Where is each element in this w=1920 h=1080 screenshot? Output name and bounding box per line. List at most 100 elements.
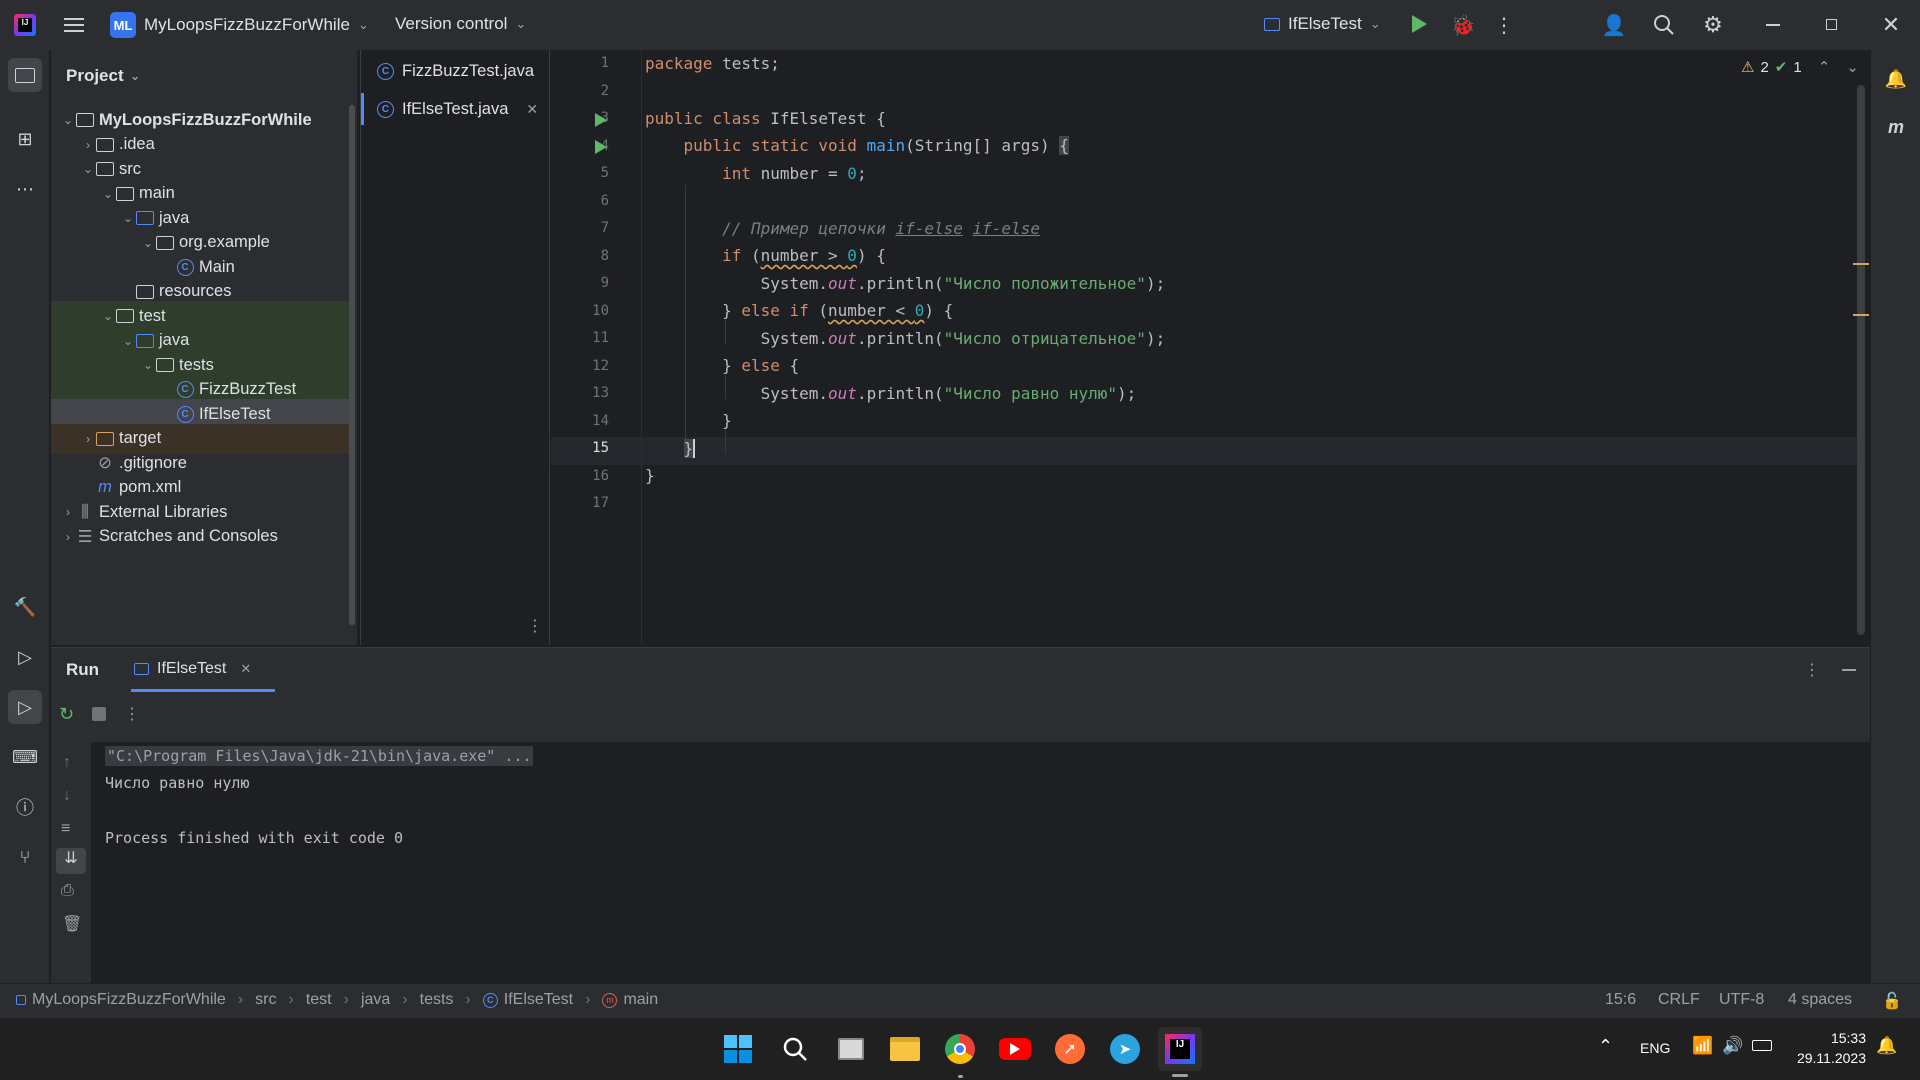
input-language[interactable]: ENG: [1640, 1040, 1670, 1056]
tabs-more-icon[interactable]: ⋮: [527, 616, 543, 636]
build-icon[interactable]: 🔨: [8, 590, 42, 624]
tree-item[interactable]: › ☰ Scratches and Consoles: [51, 522, 351, 552]
chevron-down-icon: ⌄: [129, 68, 141, 83]
file-encoding[interactable]: UTF-8: [1719, 991, 1764, 1009]
breadcrumb-method[interactable]: m main: [602, 991, 658, 1009]
line-separator[interactable]: CRLF: [1658, 991, 1700, 1009]
code-area[interactable]: package tests; public class IfElseTest {…: [645, 50, 1825, 645]
youtube-icon[interactable]: [993, 1027, 1037, 1071]
chevron-right-icon[interactable]: ›: [81, 432, 95, 446]
debug-icon[interactable]: 🐞: [1450, 12, 1476, 38]
rerun-icon[interactable]: ↻: [59, 704, 74, 725]
inspections-widget[interactable]: ⚠ 2 ✔ 1 ⌃ ⌄: [1741, 58, 1859, 77]
more-actions-icon[interactable]: ⋮: [1494, 12, 1514, 38]
search-icon[interactable]: [1650, 12, 1678, 38]
notifications-bell-icon[interactable]: 🔔: [1879, 62, 1913, 96]
warning-marker[interactable]: [1853, 314, 1869, 316]
main-menu-icon[interactable]: [62, 13, 86, 37]
search-icon[interactable]: [773, 1027, 817, 1071]
breadcrumb-java[interactable]: java: [361, 991, 390, 1009]
tab-ifelsetest[interactable]: C IfElseTest.java ✕: [361, 91, 549, 127]
chevron-up-icon[interactable]: ⌃: [1598, 1036, 1613, 1057]
vcs-menu[interactable]: Version control ⌄: [395, 14, 526, 34]
structure-tool-icon[interactable]: ⊞: [8, 122, 42, 156]
scroll-up-icon[interactable]: ↑: [63, 754, 71, 772]
run-tool-icon[interactable]: ▷: [8, 690, 42, 724]
scroll-to-end-icon[interactable]: ⇊: [56, 848, 86, 874]
minimize-icon[interactable]: [1766, 24, 1780, 26]
soft-wrap-icon[interactable]: ≡: [61, 820, 70, 838]
more-tools-icon[interactable]: ⋯: [8, 172, 42, 206]
maven-icon[interactable]: m: [1879, 110, 1913, 144]
chevron-down-icon[interactable]: ⌄: [121, 334, 135, 348]
chevron-down-icon[interactable]: ⌄: [141, 358, 155, 372]
windows-start-icon[interactable]: [716, 1027, 760, 1071]
wifi-icon[interactable]: 📶: [1692, 1036, 1713, 1056]
code-editor[interactable]: 1 2 3 4 5 6 7 8 9 10 11 12 13 14 15 16 17 package tests;…: [551, 50, 1870, 645]
tree-scrollbar[interactable]: [349, 105, 355, 625]
notification-bell-icon[interactable]: 🔔: [1876, 1036, 1897, 1056]
run-main-gutter-icon[interactable]: [595, 140, 607, 154]
run-tab[interactable]: IfElseTest ✕: [131, 648, 275, 692]
console-output[interactable]: "C:\Program Files\Java\jdk-21\bin\java.e…: [91, 742, 1870, 984]
print-icon[interactable]: ⎙: [61, 882, 74, 900]
postman-icon[interactable]: ➚: [1048, 1027, 1092, 1071]
run-icon[interactable]: [1412, 15, 1427, 33]
chevron-up-icon[interactable]: ⌃: [1818, 58, 1831, 76]
warning-marker[interactable]: [1853, 263, 1869, 265]
class-icon: C: [377, 62, 394, 80]
scroll-down-icon[interactable]: ↓: [63, 787, 71, 805]
close-icon[interactable]: ✕: [1878, 12, 1904, 38]
caret-position[interactable]: 15:6: [1605, 991, 1636, 1009]
settings-gear-icon[interactable]: ⚙: [1699, 12, 1727, 38]
restore-icon[interactable]: [1826, 19, 1837, 30]
services-icon[interactable]: ▷: [8, 640, 42, 674]
chevron-down-icon[interactable]: ⌄: [101, 309, 115, 323]
project-header[interactable]: Project ⌄: [51, 50, 357, 102]
intellij-logo-icon[interactable]: IJ: [14, 14, 36, 36]
chevron-down-icon[interactable]: ⌄: [141, 236, 155, 250]
problems-icon[interactable]: ⓘ: [8, 790, 42, 824]
close-tab-icon[interactable]: ✕: [526, 101, 538, 118]
chevron-right-icon[interactable]: ›: [61, 530, 75, 544]
stop-icon[interactable]: [92, 707, 107, 721]
run-config-selector[interactable]: IfElseTest ⌄: [1264, 14, 1381, 34]
git-icon[interactable]: ⑂: [8, 840, 42, 874]
project-tool-icon[interactable]: [8, 58, 42, 92]
intellij-taskbar-icon[interactable]: IJ: [1158, 1027, 1202, 1071]
hide-panel-icon[interactable]: [1842, 669, 1856, 671]
editor-scrollbar[interactable]: [1857, 85, 1865, 635]
terminal-icon[interactable]: ⌨: [8, 740, 42, 774]
breadcrumb-tests[interactable]: tests: [420, 991, 454, 1009]
battery-icon[interactable]: [1752, 1040, 1772, 1051]
lock-icon[interactable]: 🔓: [1882, 991, 1902, 1011]
add-user-icon[interactable]: 👤: [1600, 12, 1628, 38]
chevron-down-icon[interactable]: ⌄: [101, 187, 115, 201]
folder-icon: [95, 160, 115, 178]
chevron-down-icon[interactable]: ⌄: [61, 113, 75, 127]
indent-setting[interactable]: 4 spaces: [1788, 991, 1852, 1009]
breadcrumb-src[interactable]: src: [255, 991, 276, 1009]
breadcrumb-project[interactable]: MyLoopsFizzBuzzForWhile: [16, 991, 226, 1009]
run-class-gutter-icon[interactable]: [595, 113, 607, 127]
breadcrumb-test[interactable]: test: [306, 991, 332, 1009]
chevron-right-icon[interactable]: ›: [81, 138, 95, 152]
telegram-icon[interactable]: ➤: [1103, 1027, 1147, 1071]
clock[interactable]: 15:33 29.11.2023: [1790, 1028, 1866, 1068]
run-panel-title[interactable]: Run: [66, 660, 99, 680]
file-explorer-icon[interactable]: [883, 1027, 927, 1071]
run-options-icon[interactable]: ⋮: [1804, 660, 1820, 680]
chevron-down-icon[interactable]: ⌄: [121, 211, 135, 225]
close-tab-icon[interactable]: ✕: [240, 661, 251, 677]
project-switcher[interactable]: ML MyLoopsFizzBuzzForWhile ⌄: [110, 12, 369, 38]
breadcrumb-class[interactable]: C IfElseTest: [482, 991, 573, 1009]
clear-all-icon[interactable]: 🗑: [62, 914, 82, 934]
volume-icon[interactable]: 🔊: [1722, 1036, 1743, 1056]
tab-fizzbuzztest[interactable]: C FizzBuzzTest.java: [361, 53, 549, 89]
chevron-down-icon[interactable]: ⌄: [1846, 58, 1859, 76]
chrome-icon[interactable]: [938, 1027, 982, 1071]
more-actions-icon[interactable]: ⋮: [124, 704, 140, 724]
chevron-down-icon[interactable]: ⌄: [81, 162, 95, 176]
task-view-icon[interactable]: [829, 1027, 873, 1071]
chevron-right-icon[interactable]: ›: [61, 505, 75, 519]
